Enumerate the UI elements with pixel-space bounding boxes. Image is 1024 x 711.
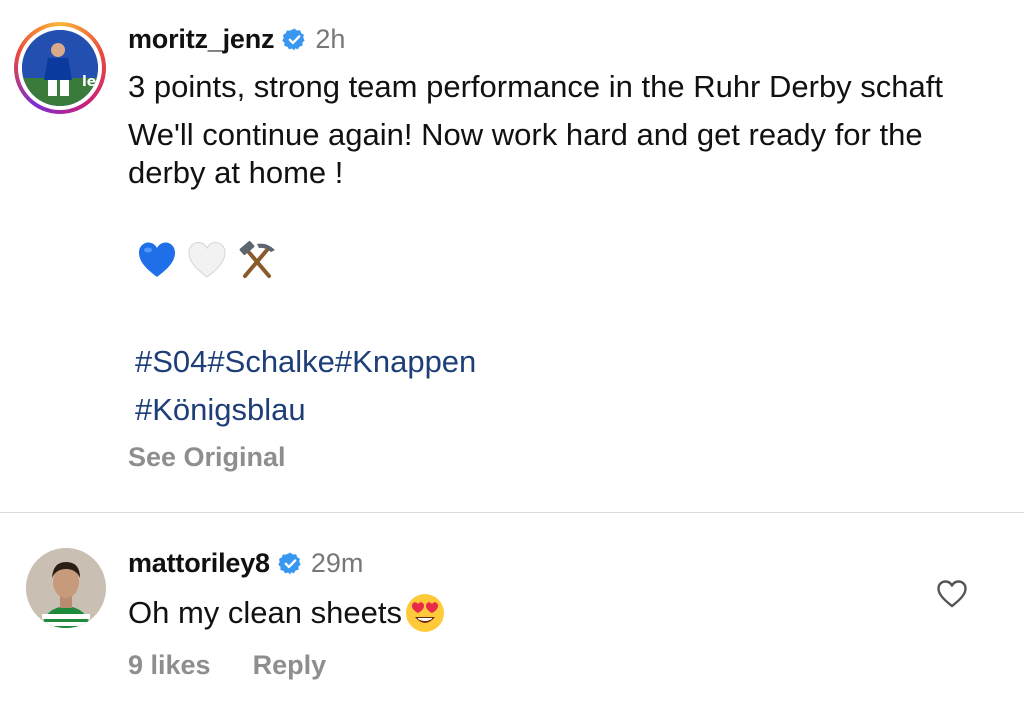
caption-emojis	[135, 238, 279, 282]
comment-avatar[interactable]	[26, 548, 106, 628]
comments-screen: le moritz_jenz 2h 3 points, strong team …	[0, 0, 1024, 711]
verified-badge-icon	[278, 552, 301, 575]
post-caption: le moritz_jenz 2h 3 points, strong team …	[0, 0, 1024, 512]
hashtag-link[interactable]: #Königsblau	[135, 392, 306, 427]
caption-text: 3 points, strong team performance in the…	[128, 68, 1008, 192]
hashtags: #S04#Schalke#Knappen #Königsblau	[135, 338, 476, 434]
hammer-and-pick-icon	[239, 241, 275, 278]
comment-body: Oh my clean sheets	[128, 595, 402, 630]
post-header: moritz_jenz 2h	[128, 24, 345, 55]
comment-username[interactable]: mattoriley8	[128, 548, 270, 579]
heart-eyes-emoji-icon	[405, 594, 444, 632]
post-timestamp: 2h	[315, 24, 346, 54]
story-ring-avatar[interactable]: le	[14, 22, 106, 114]
heart-icon	[937, 580, 967, 608]
caption-line: We'll continue again! Now work hard and …	[128, 117, 923, 190]
verified-badge-icon	[282, 28, 305, 51]
comment-timestamp: 29m	[310, 548, 364, 578]
hashtag-link[interactable]: #S04#Schalke#Knappen	[135, 344, 476, 379]
see-original-button[interactable]: See Original	[128, 442, 286, 473]
caption-line: 3 points, strong team performance in the…	[128, 69, 944, 104]
likes-count[interactable]: 9 likes	[128, 650, 211, 681]
reply-button[interactable]: Reply	[253, 650, 327, 681]
comment-text: Oh my clean sheets	[128, 592, 446, 634]
like-button[interactable]	[934, 576, 970, 612]
avatar: le	[22, 30, 98, 106]
comment-header: mattoriley8 29m	[128, 548, 363, 579]
blue-heart-icon	[139, 242, 175, 277]
post-username[interactable]: moritz_jenz	[128, 24, 275, 55]
divider	[0, 512, 1024, 513]
white-heart-icon	[188, 241, 226, 278]
comment-actions: 9 likes Reply	[128, 650, 326, 681]
